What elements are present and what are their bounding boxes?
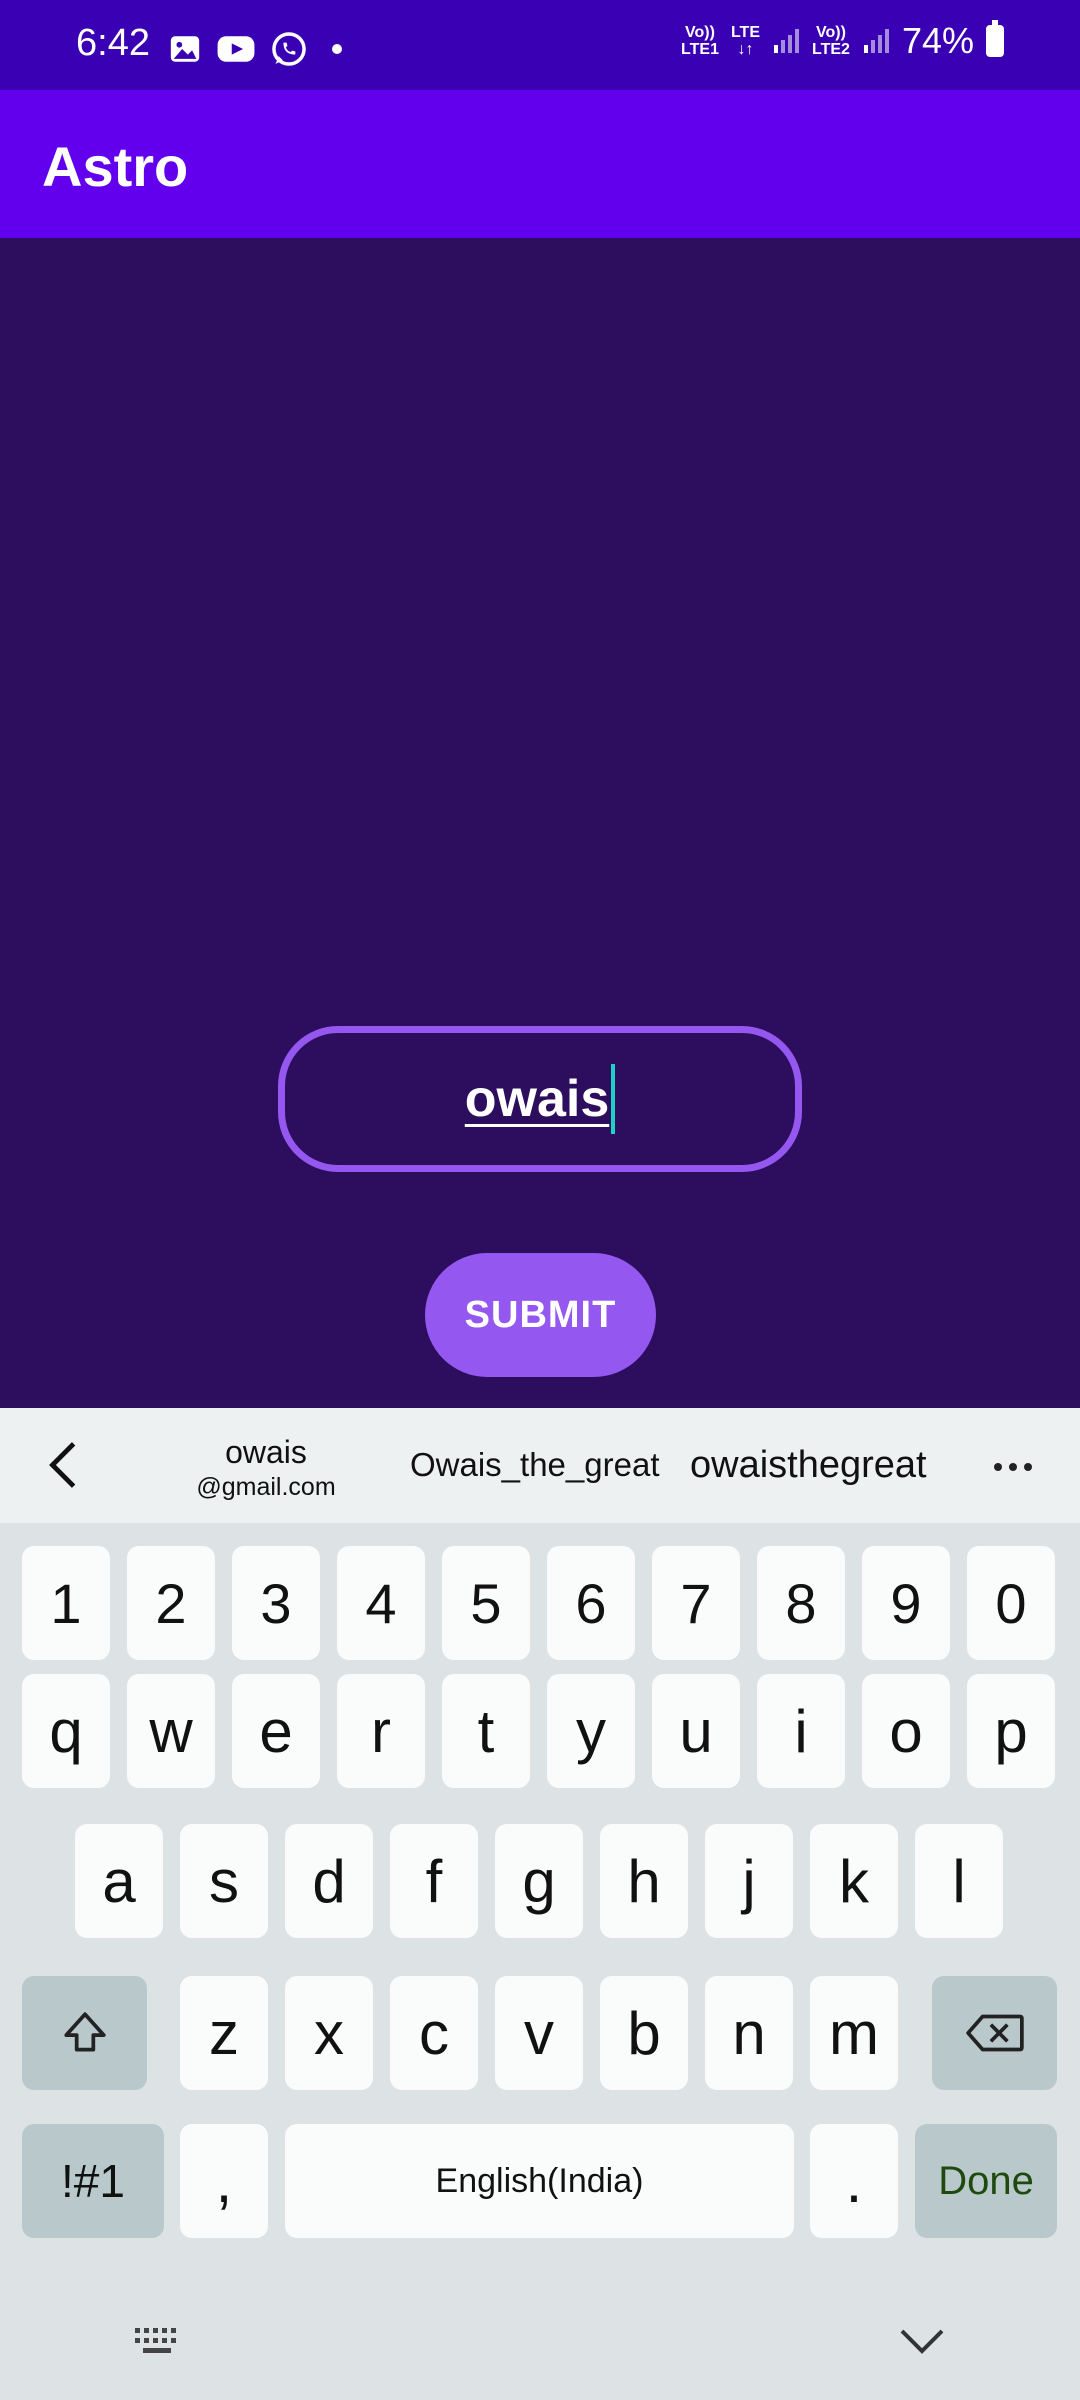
key-w[interactable]: w	[127, 1674, 215, 1788]
key-x[interactable]: x	[285, 1976, 373, 2090]
key-8[interactable]: 8	[757, 1546, 845, 1660]
hide-keyboard-chevron-icon[interactable]	[898, 2326, 946, 2356]
shift-key[interactable]	[22, 1976, 147, 2090]
battery-icon	[986, 20, 1004, 57]
symbols-key[interactable]: !#1	[22, 2124, 164, 2238]
key-r[interactable]: r	[337, 1674, 425, 1788]
text-cursor	[611, 1064, 616, 1134]
key-v[interactable]: v	[495, 1976, 583, 2090]
suggestion-email[interactable]: owais @gmail.com	[180, 1434, 352, 1502]
keyboard-switch-icon[interactable]	[133, 2324, 185, 2358]
key-z[interactable]: z	[180, 1976, 268, 2090]
name-input[interactable]: owais	[278, 1026, 802, 1172]
sim1-signal: Vo)) LTE1	[681, 24, 719, 58]
key-2[interactable]: 2	[127, 1546, 215, 1660]
key-m[interactable]: m	[810, 1976, 898, 2090]
suggestion-bar: owais @gmail.com Owais_the_great owaisth…	[0, 1408, 1080, 1523]
key-1[interactable]: 1	[22, 1546, 110, 1660]
key-d[interactable]: d	[285, 1824, 373, 1938]
key-t[interactable]: t	[442, 1674, 530, 1788]
key-i[interactable]: i	[757, 1674, 845, 1788]
sim2-signal: Vo)) LTE2	[812, 24, 850, 58]
key-9[interactable]: 9	[862, 1546, 950, 1660]
key-6[interactable]: 6	[547, 1546, 635, 1660]
key-a[interactable]: a	[75, 1824, 163, 1938]
key-l[interactable]: l	[915, 1824, 1003, 1938]
key-h[interactable]: h	[600, 1824, 688, 1938]
notification-icons	[168, 30, 342, 68]
app-bar: Astro	[0, 90, 1080, 238]
key-3[interactable]: 3	[232, 1546, 320, 1660]
more-options-icon[interactable]	[994, 1463, 1032, 1471]
key-p[interactable]: p	[967, 1674, 1055, 1788]
status-bar: 6:42 Vo)) LTE1 LTE ↓↑ Vo)) LTE2 74%	[0, 0, 1080, 90]
period-key[interactable]: .	[810, 2124, 898, 2238]
name-input-value: owais	[464, 1070, 610, 1128]
key-n[interactable]: n	[705, 1976, 793, 2090]
shift-arrow-icon	[63, 2012, 106, 2052]
chevron-left-icon[interactable]	[44, 1440, 84, 1490]
gallery-icon	[170, 36, 200, 62]
key-s[interactable]: s	[180, 1824, 268, 1938]
key-5[interactable]: 5	[442, 1546, 530, 1660]
suggestion-2[interactable]: Owais_the_great	[410, 1446, 659, 1484]
key-4[interactable]: 4	[337, 1546, 425, 1660]
submit-button[interactable]: SUBMIT	[425, 1253, 656, 1377]
status-time: 6:42	[76, 22, 150, 64]
key-k[interactable]: k	[810, 1824, 898, 1938]
lte-indicator: LTE ↓↑	[730, 24, 760, 58]
whatsapp-icon	[272, 32, 306, 66]
key-y[interactable]: y	[547, 1674, 635, 1788]
backspace-icon	[965, 2014, 1024, 2052]
key-b[interactable]: b	[600, 1976, 688, 2090]
signal-bars-icon	[774, 29, 799, 53]
key-u[interactable]: u	[652, 1674, 740, 1788]
battery-percent: 74%	[901, 20, 974, 61]
comma-key[interactable]: ,	[180, 2124, 268, 2238]
more-notifications-dot	[332, 44, 342, 54]
signal-bars-icon	[863, 29, 889, 53]
done-key[interactable]: Done	[915, 2124, 1057, 2238]
backspace-key[interactable]	[932, 1976, 1057, 2090]
space-key[interactable]: English(India)	[285, 2124, 794, 2238]
key-g[interactable]: g	[495, 1824, 583, 1938]
key-f[interactable]: f	[390, 1824, 478, 1938]
key-c[interactable]: c	[390, 1976, 478, 2090]
key-e[interactable]: e	[232, 1674, 320, 1788]
key-j[interactable]: j	[705, 1824, 793, 1938]
app-title: Astro	[42, 135, 189, 198]
key-7[interactable]: 7	[652, 1546, 740, 1660]
suggestion-3[interactable]: owaisthegreat	[690, 1444, 927, 1487]
key-q[interactable]: q	[22, 1674, 110, 1788]
key-o[interactable]: o	[862, 1674, 950, 1788]
youtube-icon	[217, 36, 255, 62]
key-0[interactable]: 0	[967, 1546, 1055, 1660]
soft-keyboard: owais @gmail.com Owais_the_great owaisth…	[0, 1408, 1080, 2400]
